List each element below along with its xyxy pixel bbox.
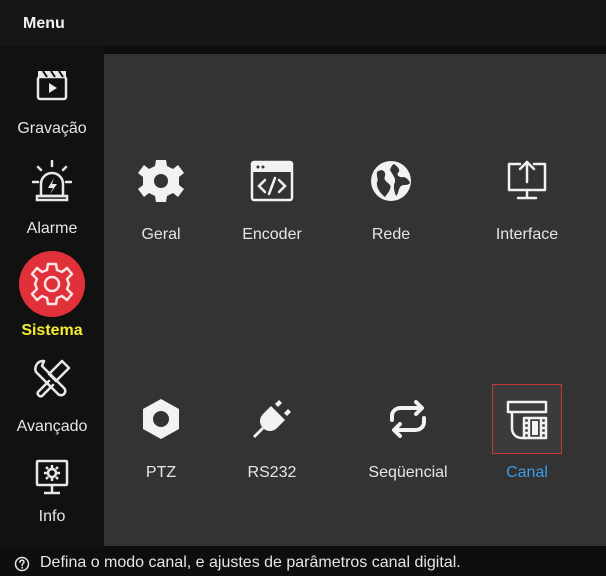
screen-upload-icon	[507, 160, 547, 200]
camera-film-icon	[506, 400, 548, 440]
plug-icon	[253, 400, 291, 438]
monitor-settings-icon	[35, 459, 69, 495]
title-bar: Menu	[0, 0, 606, 46]
tile-label: Interface	[495, 226, 559, 243]
gear-icon	[138, 160, 184, 202]
window-title: Menu	[23, 15, 65, 32]
help-icon	[14, 556, 30, 572]
tile-label: Encoder	[242, 226, 302, 243]
sidebar: Gravação Alarme Sistema Avançado Info	[0, 46, 104, 550]
tile-ptz[interactable]: PTZ	[104, 384, 218, 482]
tile-rs232[interactable]: RS232	[215, 384, 329, 482]
tile-geral[interactable]: Geral	[104, 146, 218, 244]
alarm-siren-icon	[32, 160, 72, 202]
sidebar-item-label: Avançado	[16, 418, 88, 435]
tile-label: Canal	[506, 464, 548, 481]
tile-label: Rede	[371, 226, 411, 243]
tile-sequencial[interactable]: Seqüencial	[351, 384, 465, 482]
tile-label: RS232	[247, 464, 297, 481]
tile-label: Seqüencial	[368, 464, 448, 481]
tile-label: PTZ	[145, 464, 177, 481]
tile-encoder[interactable]: Encoder	[215, 146, 329, 244]
sidebar-item-sistema[interactable]: Sistema	[0, 251, 104, 340]
sidebar-item-label: Sistema	[21, 322, 83, 339]
sidebar-item-info[interactable]: Info	[0, 458, 104, 526]
tools-icon	[34, 359, 71, 398]
sidebar-item-label: Info	[38, 508, 66, 525]
sidebar-item-alarme[interactable]: Alarme	[0, 160, 104, 238]
hexagon-nut-icon	[143, 399, 179, 439]
sidebar-item-label: Alarme	[26, 220, 78, 237]
code-window-icon	[250, 160, 294, 202]
sidebar-item-avancado[interactable]: Avançado	[0, 358, 104, 436]
help-text: Defina o modo canal, e ajustes de parâme…	[40, 554, 461, 571]
loop-arrows-icon	[390, 400, 426, 438]
main-panel: Geral Encoder Rede Interface PTZ RS232 S…	[104, 54, 606, 546]
sidebar-item-gravacao[interactable]: Gravação	[0, 68, 104, 138]
clapperboard-icon	[36, 70, 68, 101]
tile-rede[interactable]: Rede	[334, 146, 448, 244]
globe-icon	[371, 161, 411, 201]
tile-interface[interactable]: Interface	[470, 146, 584, 244]
tile-canal[interactable]: Canal	[470, 384, 584, 482]
tile-label: Geral	[141, 226, 181, 243]
sidebar-item-label: Gravação	[17, 120, 87, 137]
status-bar: Defina o modo canal, e ajustes de parâme…	[0, 550, 606, 576]
gear-icon	[19, 251, 85, 317]
